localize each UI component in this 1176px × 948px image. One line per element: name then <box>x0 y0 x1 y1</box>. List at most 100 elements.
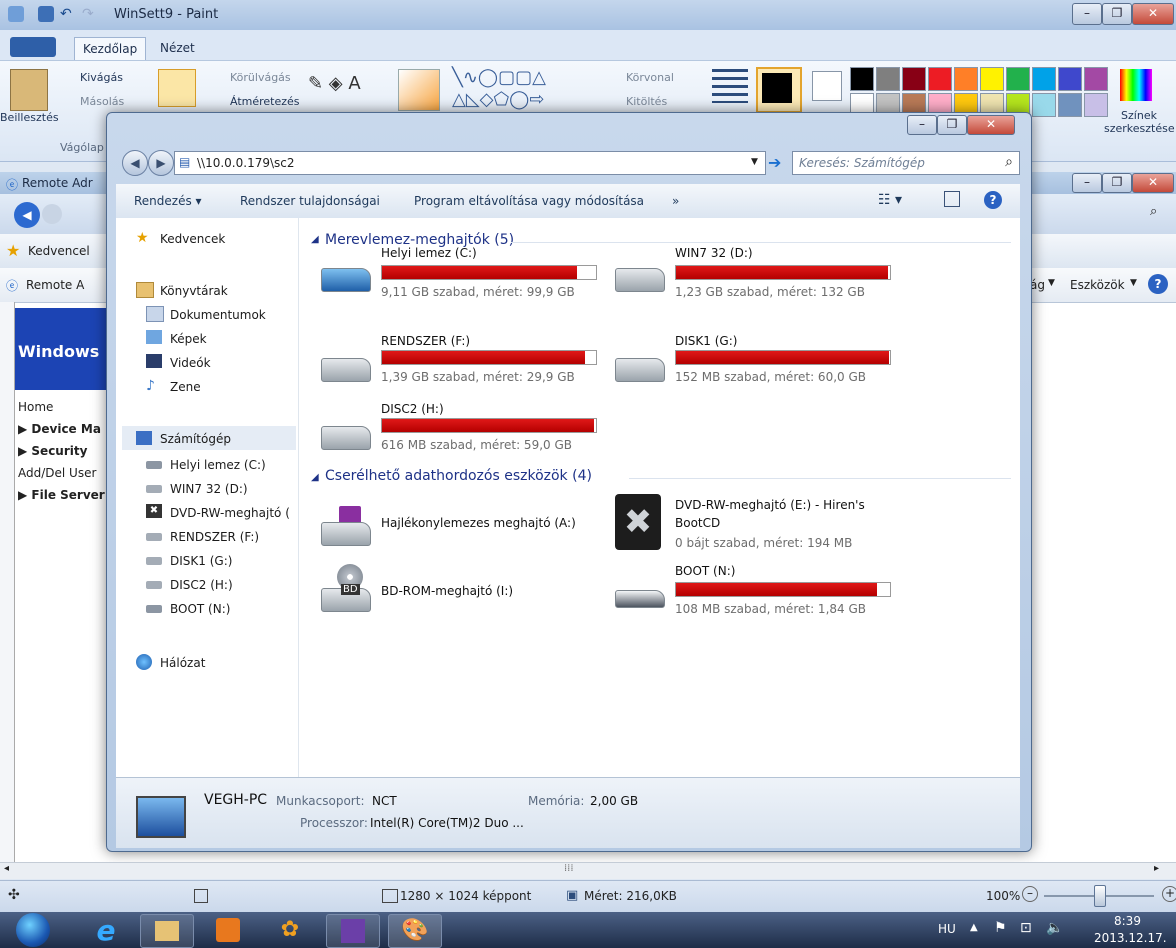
boot-usb-drive-icon[interactable] <box>615 590 665 608</box>
drive-c-name[interactable]: Helyi lemez (C:) <box>381 246 477 260</box>
select-icon[interactable] <box>158 69 196 107</box>
nav-favorites[interactable]: Kedvencek <box>160 232 225 246</box>
boot-drive-name[interactable]: BOOT (N:) <box>675 564 735 578</box>
explorer-forward-button[interactable]: ▶ <box>148 150 174 176</box>
ie-nav-fileserver[interactable]: ▶ File Server <box>18 488 105 502</box>
scroll-left-icon[interactable]: ◂ <box>4 863 9 874</box>
volume-icon[interactable]: 🔈 <box>1046 920 1063 936</box>
brush-icon[interactable] <box>398 69 440 111</box>
drive-g-name[interactable]: DISK1 (G:) <box>675 334 737 348</box>
crop-button[interactable]: Körülvágás <box>230 71 291 84</box>
ie-search-icon[interactable]: ⌕ <box>1150 204 1157 219</box>
removable-group-header[interactable]: Cserélhető adathordozós eszközök (4) <box>325 468 592 484</box>
help-icon[interactable]: ? <box>984 191 1002 209</box>
show-hidden-icons[interactable]: ▲ <box>970 922 978 933</box>
explorer-maximize-button[interactable]: ❐ <box>937 115 967 135</box>
hdd-group-collapse-icon[interactable]: ◢ <box>311 234 319 245</box>
nav-music[interactable]: Zene <box>170 380 201 394</box>
scroll-grip-icon[interactable]: ⁞⁞⁞ <box>564 863 574 874</box>
outline-button[interactable]: Körvonal <box>626 71 674 84</box>
paint-menu-button[interactable] <box>10 37 56 57</box>
dvd-drive-name-cont[interactable]: BootCD <box>675 516 720 530</box>
zoom-out-button[interactable]: – <box>1022 886 1038 902</box>
drive-h-large-icon[interactable] <box>321 426 371 450</box>
close-button[interactable]: ✕ <box>1132 3 1174 25</box>
clock-date[interactable]: 2013.12.17. <box>1094 931 1167 945</box>
explorer-minimize-button[interactable]: – <box>907 115 937 135</box>
nav-computer[interactable]: Számítógép <box>160 432 231 446</box>
address-field[interactable]: ▤ \\10.0.0.179\sc2 ▼ <box>174 151 766 175</box>
ie-nav-adduser[interactable]: Add/Del User <box>18 466 96 480</box>
ie-minimize-button[interactable]: – <box>1072 173 1102 193</box>
removable-group-collapse-icon[interactable]: ◢ <box>311 472 319 483</box>
ie-forward-button[interactable] <box>42 204 62 224</box>
ie-back-button[interactable]: ◀ <box>14 202 40 228</box>
dvd-drive-name[interactable]: DVD-RW-meghajtó (E:) - Hiren's <box>675 498 865 512</box>
ie-taskbar-icon[interactable]: e <box>80 914 132 947</box>
nav-pictures[interactable]: Képek <box>170 332 207 346</box>
bd-rom-drive-icon[interactable]: BD <box>321 564 371 612</box>
ie-nav-device[interactable]: ▶ Device Ma <box>18 422 101 436</box>
nav-documents[interactable]: Dokumentumok <box>170 308 266 322</box>
address-dropdown-icon[interactable]: ▼ <box>751 157 758 167</box>
favorites-star-icon[interactable]: ★ <box>6 241 20 260</box>
palette-swatch[interactable] <box>954 67 978 91</box>
explorer-close-button[interactable]: ✕ <box>967 115 1015 135</box>
horizontal-scrollbar[interactable]: ◂ ⁞⁞⁞ ▸ <box>0 862 1176 879</box>
palette-swatch[interactable] <box>1032 93 1056 117</box>
dvd-drive-tools-icon[interactable]: ✖ <box>615 494 661 550</box>
paint-app-icon[interactable] <box>8 6 24 22</box>
resize-button[interactable]: Átméretezés <box>230 95 300 108</box>
paste-button[interactable]: Beillesztés <box>0 111 59 124</box>
nav-network[interactable]: Hálózat <box>160 656 205 670</box>
preview-pane-icon[interactable] <box>944 191 960 207</box>
edit-colors-button[interactable]: Színek szerkesztése <box>1104 109 1175 135</box>
ie-page-menu[interactable]: ág <box>1030 278 1045 292</box>
drive-f-name[interactable]: RENDSZER (F:) <box>381 334 470 348</box>
zoom-in-button[interactable]: + <box>1162 886 1176 902</box>
more-commands-button[interactable]: » <box>672 194 679 208</box>
app-taskbar-icon[interactable]: ✿ <box>264 914 316 946</box>
palette-swatch[interactable] <box>1084 67 1108 91</box>
ie-nav-home[interactable]: Home <box>18 400 53 414</box>
save-icon[interactable] <box>38 6 54 22</box>
explorer-back-button[interactable]: ◀ <box>122 150 148 176</box>
palette-swatch[interactable] <box>1006 67 1030 91</box>
language-indicator[interactable]: HU <box>938 922 956 936</box>
palette-swatch[interactable] <box>850 67 874 91</box>
zoom-slider-thumb[interactable] <box>1094 885 1106 907</box>
size-icon[interactable] <box>712 69 748 103</box>
edit-colors-icon[interactable] <box>1120 69 1152 101</box>
floppy-drive-name[interactable]: Hajlékonylemezes meghajtó (A:) <box>381 516 576 530</box>
undo-icon[interactable]: ↶ <box>60 6 76 22</box>
nav-drive-f[interactable]: RENDSZER (F:) <box>170 530 259 544</box>
ie-maximize-button[interactable]: ❐ <box>1102 173 1132 193</box>
tools-group[interactable]: ✎ ◈ A <box>308 73 378 101</box>
nav-drive-n[interactable]: BOOT (N:) <box>170 602 230 616</box>
ie-close-button[interactable]: ✕ <box>1132 173 1174 193</box>
drive-h-name[interactable]: DISC2 (H:) <box>381 402 444 416</box>
explorer-taskbar-button[interactable] <box>140 914 194 948</box>
ie-favorites-label[interactable]: Kedvencel <box>28 244 90 258</box>
ie-tab[interactable]: Remote A <box>26 278 84 292</box>
uninstall-program-button[interactable]: Program eltávolítása vagy módosítása <box>414 194 644 208</box>
floppy-app-taskbar-button[interactable] <box>326 914 380 948</box>
palette-swatch[interactable] <box>1058 93 1082 117</box>
search-icon[interactable]: ⌕ <box>1005 154 1013 170</box>
palette-swatch[interactable] <box>1058 67 1082 91</box>
redo-icon[interactable]: ↷ <box>82 6 98 22</box>
drive-d-name[interactable]: WIN7 32 (D:) <box>675 246 753 260</box>
action-center-icon[interactable]: ⚑ <box>994 920 1007 936</box>
network-tray-icon[interactable]: ⊡ <box>1020 920 1032 936</box>
maximize-button[interactable]: ❐ <box>1102 3 1132 25</box>
palette-swatch[interactable] <box>902 67 926 91</box>
palette-swatch[interactable] <box>980 67 1004 91</box>
ie-nav-security[interactable]: ▶ Security <box>18 444 87 458</box>
paste-icon[interactable] <box>10 69 48 111</box>
nav-drive-g[interactable]: DISK1 (G:) <box>170 554 232 568</box>
drive-f-large-icon[interactable] <box>321 358 371 382</box>
nav-drive-c[interactable]: Helyi lemez (C:) <box>170 458 266 472</box>
floppy-drive-icon[interactable] <box>321 506 371 546</box>
color1-selector[interactable] <box>756 67 802 113</box>
tab-view[interactable]: Nézet <box>152 37 203 59</box>
